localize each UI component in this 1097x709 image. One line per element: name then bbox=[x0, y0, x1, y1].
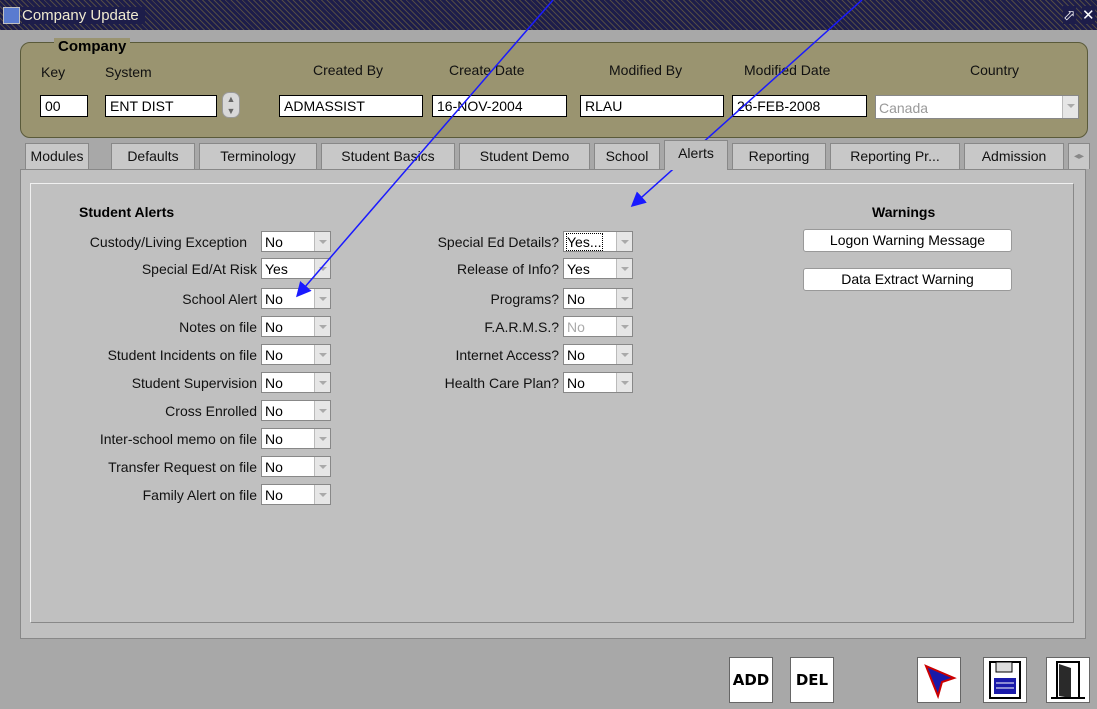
annotation-arrows bbox=[296, 0, 863, 298]
annotation-arrow-special-ed-details bbox=[630, 0, 863, 208]
annotation-arrow-school-alert bbox=[296, 0, 554, 298]
tab-alerts[interactable]: Alerts bbox=[664, 140, 728, 170]
